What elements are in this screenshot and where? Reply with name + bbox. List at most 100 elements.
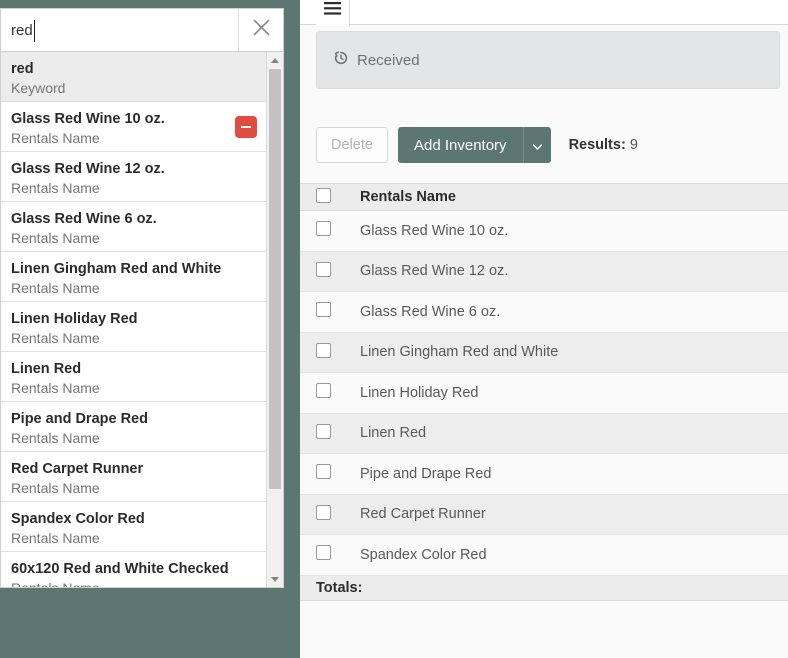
hamburger-icon[interactable] xyxy=(316,0,350,26)
row-select-cell xyxy=(300,413,346,454)
row-select-cell xyxy=(300,494,346,535)
suggestion-item[interactable]: Linen Red Rentals Name xyxy=(1,352,283,402)
results-counter: Results: 9 xyxy=(569,137,638,153)
row-checkbox[interactable] xyxy=(316,302,331,318)
background-gap xyxy=(284,0,300,658)
table-row[interactable]: Glass Red Wine 6 oz. xyxy=(300,291,788,333)
results-label: Results xyxy=(568,137,621,153)
suggestion-subtitle: Rentals Name xyxy=(11,230,100,246)
row-checkbox[interactable] xyxy=(316,423,331,439)
row-select-cell xyxy=(300,291,346,333)
row-select-cell xyxy=(300,534,346,576)
row-select-cell xyxy=(300,453,346,495)
column-header-rentals-name[interactable]: Rentals Name xyxy=(346,183,788,211)
row-select-cell xyxy=(300,372,346,414)
suggestion-subtitle: Rentals Name xyxy=(11,480,100,496)
suggestion-subtitle: Rentals Name xyxy=(11,430,100,446)
rentals-table: Rentals Name Glass Red Wine 10 oz. Glass … xyxy=(300,183,788,601)
history-clock-icon xyxy=(333,50,349,70)
row-rentals-name: Linen Holiday Red xyxy=(346,372,788,414)
text-cursor xyxy=(34,20,35,42)
row-checkbox[interactable] xyxy=(316,383,331,399)
app-topbar xyxy=(300,0,788,26)
row-checkbox[interactable] xyxy=(316,261,331,277)
row-checkbox[interactable] xyxy=(316,504,331,520)
row-rentals-name: Glass Red Wine 12 oz. xyxy=(346,251,788,292)
close-x-icon xyxy=(253,19,270,41)
table-row[interactable]: Linen Red xyxy=(300,413,788,454)
inventory-panel: Received Delete Add Inventory Results: 9… xyxy=(300,0,788,658)
suggestion-title: Red Carpet Runner xyxy=(11,461,144,477)
scrollbar-up-button[interactable] xyxy=(267,52,283,69)
triangle-up-icon xyxy=(271,58,279,63)
suggestion-item[interactable]: Linen Holiday Red Rentals Name xyxy=(1,302,283,352)
suggestion-subtitle: Rentals Name xyxy=(11,380,100,396)
suggestion-item[interactable]: red Keyword xyxy=(1,52,283,102)
select-all-checkbox[interactable] xyxy=(316,187,331,203)
suggestion-subtitle: Rentals Name xyxy=(11,330,100,346)
search-overlay: red Keyword Glass Red Wine 10 oz.Rentals N… xyxy=(0,8,284,588)
table-body: Glass Red Wine 10 oz. Glass Red Wine 12 o… xyxy=(300,210,788,576)
tab-received[interactable]: Received xyxy=(333,50,420,70)
suggestion-title: Linen Red xyxy=(11,361,82,377)
panel-body: Delete Add Inventory Results: 9 Rentals … xyxy=(300,99,788,658)
row-checkbox[interactable] xyxy=(316,545,331,561)
suggestion-subtitle: Keyword xyxy=(11,80,66,96)
dropdown-scrollbar[interactable] xyxy=(266,52,283,587)
suggestion-title: Glass Red Wine 6 oz. xyxy=(11,211,157,227)
suggestion-title: Pipe and Drape Red xyxy=(11,411,148,427)
row-checkbox[interactable] xyxy=(316,221,331,237)
suggestion-item[interactable]: Glass Red Wine 12 oz. Rentals Name xyxy=(1,152,283,202)
add-inventory-split-button: Add Inventory xyxy=(398,127,551,163)
suggestion-item[interactable]: Spandex Color Red Rentals Name xyxy=(1,502,283,552)
add-inventory-dropdown-button[interactable] xyxy=(522,127,551,163)
table-row[interactable]: Linen Holiday Red xyxy=(300,372,788,414)
table-header-row: Rentals Name xyxy=(300,183,788,211)
table-row[interactable]: Glass Red Wine 12 oz. xyxy=(300,251,788,292)
table-row[interactable]: Glass Red Wine 10 oz. xyxy=(300,210,788,252)
app-screen: Received Delete Add Inventory Results: 9… xyxy=(0,0,788,658)
results-count: 9 xyxy=(629,137,638,153)
suggestion-item[interactable]: Pipe and Drape Red Rentals Name xyxy=(1,402,283,452)
suggestion-title: Linen Holiday Red xyxy=(11,311,138,327)
suggestion-item[interactable]: Linen Gingham Red and White Rentals Name xyxy=(1,252,283,302)
row-rentals-name: Glass Red Wine 10 oz. xyxy=(346,210,788,252)
search-box xyxy=(0,8,284,52)
add-inventory-button[interactable]: Add Inventory xyxy=(398,127,523,163)
row-select-cell xyxy=(300,332,346,373)
suggestion-title: Glass Red Wine 12 oz. xyxy=(11,161,165,177)
table-head: Rentals Name xyxy=(300,183,788,211)
suggestion-item[interactable]: 60x120 Red and White Checked Rentals Name xyxy=(1,552,283,588)
suggestion-title: red xyxy=(11,61,34,77)
row-rentals-name: Glass Red Wine 6 oz. xyxy=(346,291,788,333)
row-rentals-name: Linen Gingham Red and White xyxy=(346,332,788,373)
row-rentals-name: Red Carpet Runner xyxy=(346,494,788,535)
suggestion-subtitle: Rentals Name xyxy=(11,580,100,588)
row-rentals-name: Spandex Color Red xyxy=(346,534,788,576)
suggestion-subtitle: Rentals Name xyxy=(11,180,100,196)
suggestion-subtitle: Rentals Name xyxy=(11,530,100,546)
row-select-cell xyxy=(300,251,346,292)
remove-minus-icon[interactable] xyxy=(235,116,257,138)
table-row[interactable]: Red Carpet Runner xyxy=(300,494,788,535)
results-separator: : xyxy=(620,137,626,153)
suggestion-item[interactable]: Glass Red Wine 10 oz. Rentals Name xyxy=(1,102,283,152)
tab-received-label: Received xyxy=(357,51,420,69)
scrollbar-thumb[interactable] xyxy=(269,69,281,489)
suggestion-title: Spandex Color Red xyxy=(11,511,145,527)
row-checkbox[interactable] xyxy=(316,464,331,480)
search-input[interactable] xyxy=(1,9,231,51)
suggestion-list: red Keyword Glass Red Wine 10 oz. Rentals N… xyxy=(1,52,283,588)
table-row[interactable]: Linen Gingham Red and White xyxy=(300,332,788,373)
suggestion-item[interactable]: Red Carpet Runner Rentals Name xyxy=(1,452,283,502)
scrollbar-down-button[interactable] xyxy=(267,571,283,587)
suggestion-item[interactable]: Glass Red Wine 6 oz. Rentals Name xyxy=(1,202,283,252)
row-checkbox[interactable] xyxy=(316,342,331,358)
search-suggestions-dropdown: red Keyword Glass Red Wine 10 oz. Rentals N… xyxy=(0,52,284,588)
table-row[interactable]: Spandex Color Red xyxy=(300,534,788,576)
delete-button[interactable]: Delete xyxy=(316,127,388,163)
background-bottom xyxy=(0,592,300,658)
table-row[interactable]: Pipe and Drape Red xyxy=(300,453,788,495)
clear-search-button[interactable] xyxy=(238,9,283,51)
suggestion-subtitle: Rentals Name xyxy=(11,280,100,296)
